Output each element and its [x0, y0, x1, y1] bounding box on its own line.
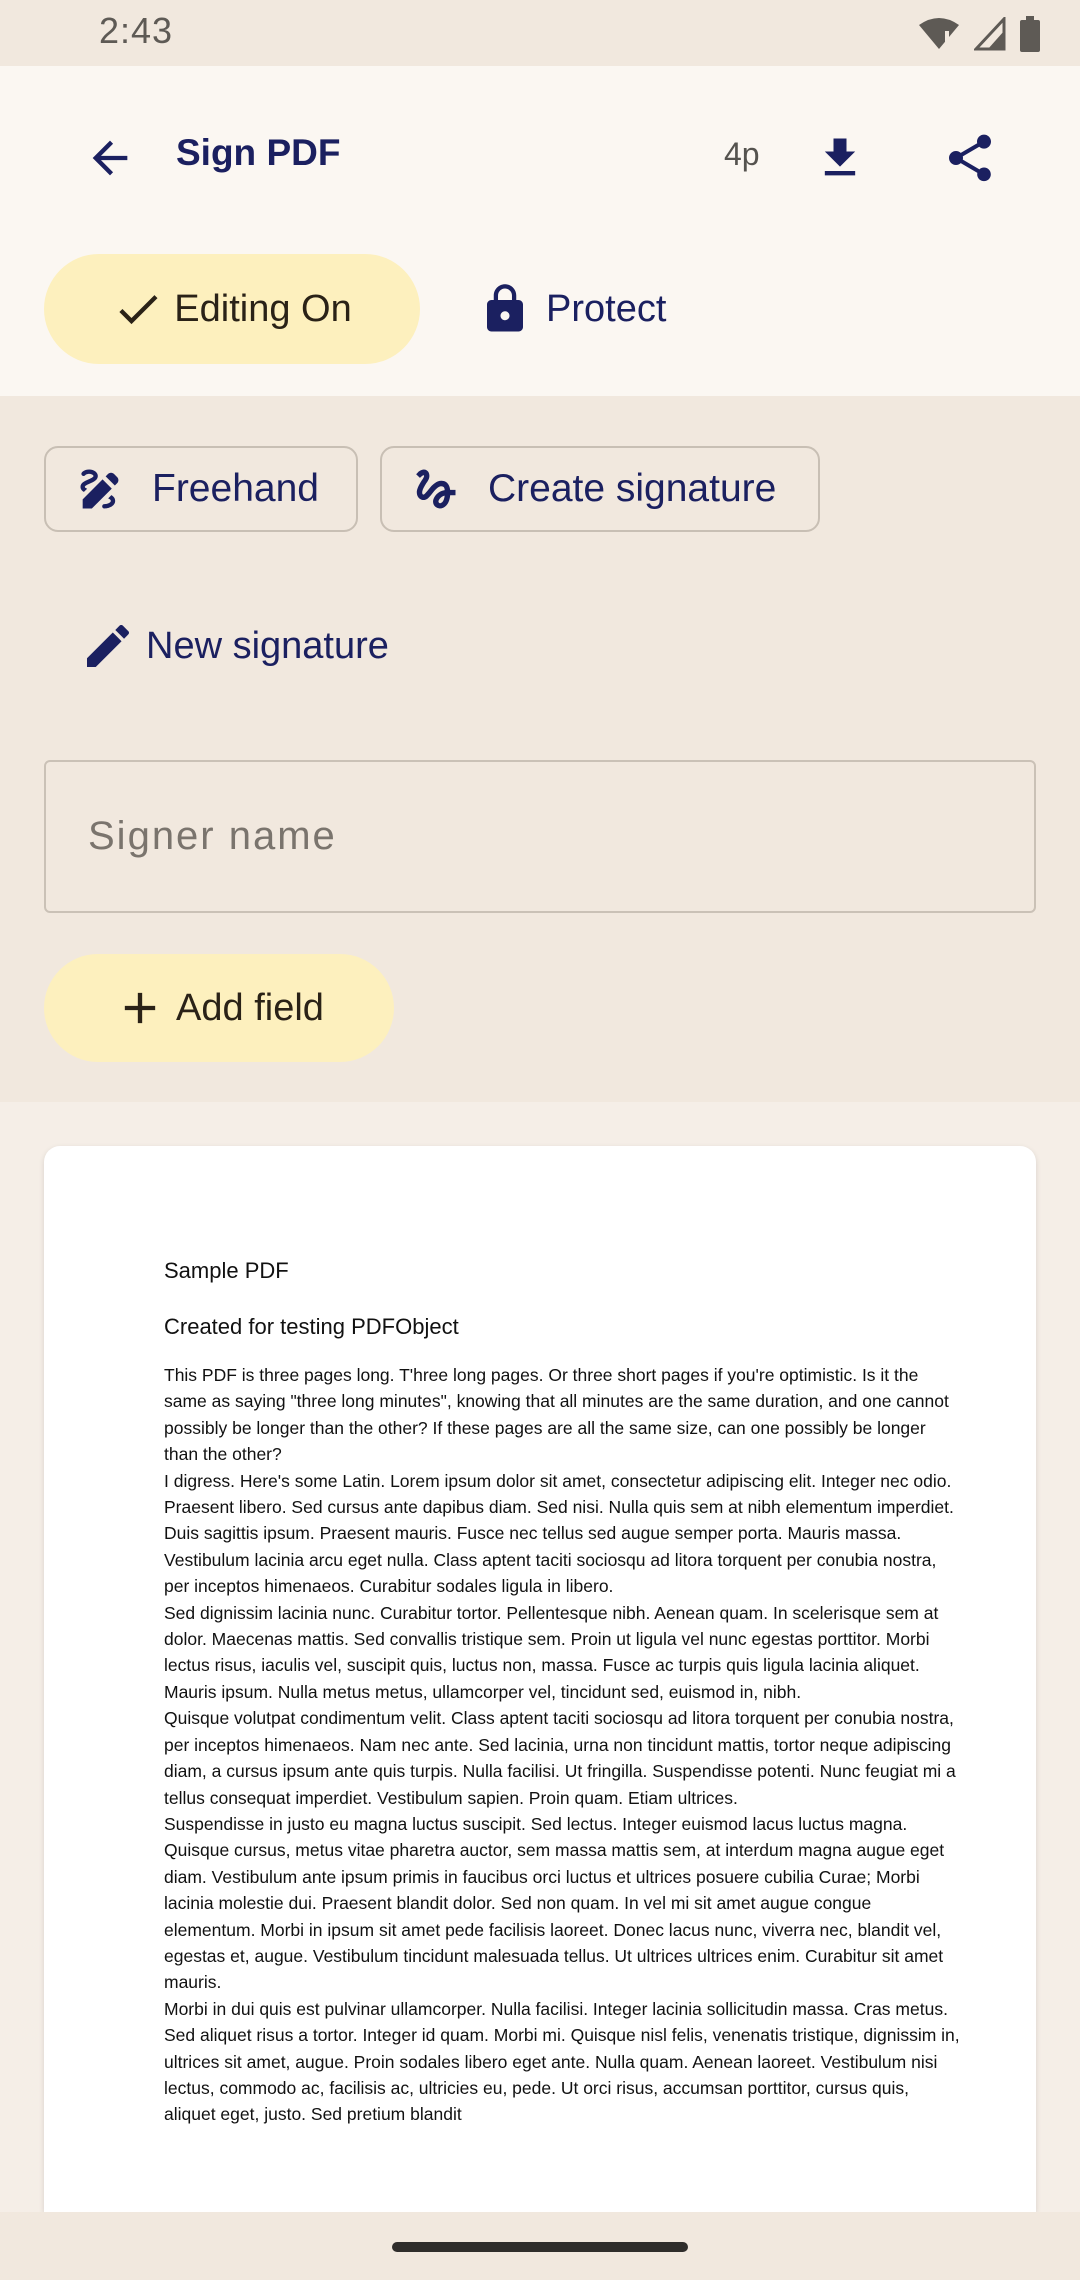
page-title: Sign PDF — [176, 132, 341, 173]
signer-name-input[interactable] — [44, 760, 1036, 913]
pdf-paragraph: Morbi in dui quis est pulvinar ullamcorp… — [164, 1998, 960, 2125]
pencil-icon — [80, 618, 136, 674]
pdf-paragraph: Suspendisse in justo eu magna luctus sus… — [164, 1813, 945, 1993]
pdf-paragraph: Quisque volutpat condimentum velit. Clas… — [164, 1708, 956, 1808]
protect-label: Protect — [546, 287, 667, 330]
draw-icon — [74, 463, 126, 515]
editing-chip-label: Editing On — [174, 287, 352, 330]
new-signature-button[interactable]: New signature — [80, 606, 389, 686]
add-field-label: Add field — [176, 986, 324, 1029]
download-button[interactable] — [800, 118, 880, 198]
pdf-page[interactable]: Sample PDF Created for testing PDFObject… — [44, 1146, 1036, 2212]
pdf-paragraph: This PDF is three pages long. T'hree lon… — [164, 1365, 949, 1465]
arrow-back-icon — [84, 132, 136, 184]
freehand-button[interactable]: Freehand — [44, 446, 358, 532]
app-bar: Sign PDF 4p Editing On Protect — [0, 66, 1080, 396]
status-bar: 2:43 — [0, 0, 1080, 66]
add-field-button[interactable]: Add field — [44, 954, 394, 1062]
lock-icon — [478, 282, 532, 336]
create-signature-label: Create signature — [488, 467, 777, 510]
download-icon — [814, 132, 866, 184]
plus-icon — [114, 982, 166, 1034]
page-count: 4p — [724, 136, 760, 172]
share-button[interactable] — [930, 118, 1010, 198]
protect-button[interactable]: Protect — [478, 254, 666, 364]
new-signature-label: New signature — [146, 624, 389, 667]
status-time: 2:43 — [99, 10, 174, 51]
pdf-paragraph: I digress. Here's some Latin. Lorem ipsu… — [164, 1470, 954, 1597]
navigation-bar — [0, 2212, 1080, 2280]
share-icon — [942, 130, 998, 186]
gesture-handle[interactable] — [392, 2242, 688, 2252]
pdf-subtitle: Created for testing PDFObject — [164, 1314, 459, 1339]
create-signature-button[interactable]: Create signature — [380, 446, 820, 532]
back-button[interactable] — [70, 118, 150, 198]
pdf-paragraph: Sed dignissim lacinia nunc. Curabitur to… — [164, 1602, 939, 1702]
status-icons — [918, 14, 1040, 54]
wifi-icon — [918, 17, 960, 51]
battery-icon — [1020, 16, 1040, 52]
cellular-signal-icon — [974, 17, 1006, 51]
signature-icon — [410, 463, 462, 515]
check-icon — [112, 283, 164, 335]
editing-toggle-chip[interactable]: Editing On — [44, 254, 420, 364]
pdf-title: Sample PDF — [164, 1258, 289, 1283]
pdf-content: Sample PDF Created for testing PDFObject… — [164, 1258, 964, 2128]
freehand-label: Freehand — [152, 467, 319, 510]
